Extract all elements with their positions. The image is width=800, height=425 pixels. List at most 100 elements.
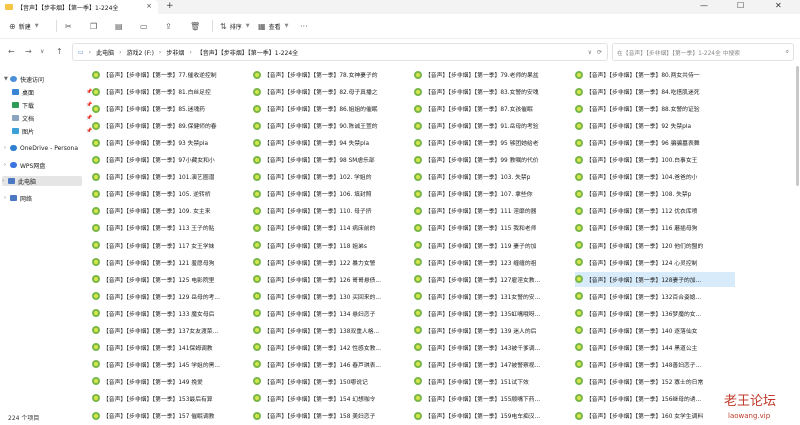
file-item[interactable]: 【音声】【步非烟】【第一季】139 迷人的后 bbox=[414, 323, 574, 338]
file-item[interactable]: 【音声】【步非烟】【第一季】152 寡士的日常 bbox=[575, 374, 735, 389]
file-item[interactable]: 【音声】【步非烟】【第一季】157 催眠调教 bbox=[92, 408, 252, 423]
file-item[interactable]: 【音声】【步非烟】【第一季】93 失禁pla bbox=[92, 135, 252, 150]
file-item[interactable]: 【音声】【步非烟】【第一季】122 暴力女警 bbox=[253, 255, 413, 270]
file-item[interactable]: 【音声】【步非烟】【第一季】123 缠缠的祖 bbox=[414, 255, 574, 270]
file-item[interactable]: 【音声】【步非烟】【第一季】78.女神妻子的 bbox=[253, 67, 413, 82]
file-item[interactable]: 【音声】【步非烟】【第一季】119 妻子的加 bbox=[414, 238, 574, 253]
file-item[interactable]: 【音声】【步非烟】【第一季】101.演艺圈潜 bbox=[92, 169, 252, 184]
file-item[interactable]: 【音声】【步非烟】【第一季】83.女警的安魂 bbox=[414, 84, 574, 99]
file-item[interactable]: 【音声】【步非烟】【第一季】92 失禁pla bbox=[575, 118, 735, 133]
file-item[interactable]: 【音声】【步非烟】【第一季】141保姆调教 bbox=[92, 340, 252, 355]
vertical-scrollbar[interactable] bbox=[796, 66, 799, 186]
file-item[interactable]: 【音声】【步非烟】【第一季】87.女孩催眠 bbox=[414, 101, 574, 116]
refresh-icon[interactable]: ⟳ bbox=[597, 49, 602, 56]
file-item[interactable]: 【音声】【步非烟】【第一季】103. 失禁p bbox=[414, 169, 574, 184]
copy-button[interactable]: ❐ bbox=[90, 20, 100, 32]
file-item[interactable]: 【音声】【步非烟】【第一季】136梦魔的女... bbox=[575, 306, 735, 321]
file-item[interactable]: 【音声】【步非烟】【第一季】99 教嘱的代价 bbox=[414, 152, 574, 167]
file-item[interactable]: 【音声】【步非烟】【第一季】111 淫靡的器 bbox=[414, 203, 574, 218]
breadcrumb[interactable]: ▭ › 此电脑 › 游戏2 (F:) › 步非烟 › 【音声】【步非烟】【第一季… bbox=[72, 43, 608, 61]
file-item[interactable]: 【音声】【步非烟】【第一季】154 幻想咖令 bbox=[253, 391, 413, 406]
file-item[interactable]: 【音声】【步非烟】【第一季】115 我和老师 bbox=[414, 220, 574, 235]
file-item[interactable]: 【音声】【步非烟】【第一季】138双重人格... bbox=[253, 323, 413, 338]
file-item[interactable]: 【音声】【步非烟】【第一季】107. 拿些你 bbox=[414, 186, 574, 201]
file-item[interactable]: 【音声】【步非烟】【第一季】133 魔女母后 bbox=[92, 306, 252, 321]
forward-icon[interactable]: → bbox=[25, 47, 32, 56]
new-tab-icon[interactable]: + bbox=[166, 1, 174, 11]
sidebar-item-pictures[interactable]: 图片 📌 bbox=[12, 126, 92, 136]
file-item[interactable]: 【音声】【步非烟】【第一季】108. 失禁p bbox=[575, 186, 735, 201]
file-item[interactable]: 【音声】【步非烟】【第一季】137女友渡菜... bbox=[92, 323, 252, 338]
file-item[interactable]: 【音声】【步非烟】【第一季】131女警的安... bbox=[414, 289, 574, 304]
file-item[interactable]: 【音声】【步非烟】【第一季】128妻子的加... bbox=[575, 271, 735, 287]
file-item[interactable]: 【音声】【步非烟】【第一季】160 女学生调料 bbox=[575, 408, 735, 423]
file-item[interactable]: 【音声】【步非烟】【第一季】151试下效 bbox=[414, 374, 574, 389]
minimize-icon[interactable]: — bbox=[700, 1, 708, 10]
sidebar-item-network[interactable]: › 网络 bbox=[4, 193, 32, 203]
sidebar-item-desktop[interactable]: 桌面 📌 bbox=[12, 87, 92, 97]
file-item[interactable]: 【音声】【步非烟】【第一季】80.两女共侍一 bbox=[575, 67, 735, 82]
sidebar-item-wps[interactable]: › WPS网盘 bbox=[4, 160, 45, 170]
back-icon[interactable]: ← bbox=[8, 47, 15, 56]
file-item[interactable]: 【音声】【步非烟】【第一季】153最后有算 bbox=[92, 391, 252, 406]
file-item[interactable]: 【音声】【步非烟】【第一季】148善妇恋子... bbox=[575, 357, 735, 372]
crumb-current[interactable]: 【音声】【步非烟】【第一季】1-224全 bbox=[197, 48, 298, 57]
file-item[interactable]: 【音声】【步非烟】【第一季】89.保健师的春 bbox=[92, 118, 252, 133]
file-item[interactable]: 【音声】【步非烟】【第一季】106. 填封照 bbox=[253, 186, 413, 201]
file-item[interactable]: 【音声】【步非烟】【第一季】124 心灵控制 bbox=[575, 255, 735, 270]
file-item[interactable]: 【音声】【步非烟】【第一季】94 失禁pla bbox=[253, 135, 413, 150]
file-item[interactable]: 【音声】【步非烟】【第一季】113 王子的贴 bbox=[92, 220, 252, 235]
view-button[interactable]: ▦ 查看 ▼ bbox=[258, 20, 288, 32]
file-item[interactable]: 【音声】【步非烟】【第一季】82.母子真播之 bbox=[253, 84, 413, 99]
up-icon[interactable]: ↑ bbox=[56, 47, 63, 56]
file-item[interactable]: 【音声】【步非烟】【第一季】120 他们的盟的 bbox=[575, 238, 735, 253]
file-item[interactable]: 【音声】【步非烟】【第一季】126 哥哥悬债... bbox=[253, 272, 413, 287]
file-item[interactable]: 【音声】【步非烟】【第一季】81.白丝足控 bbox=[92, 84, 252, 99]
maximize-icon[interactable]: ☐ bbox=[737, 1, 744, 10]
file-item[interactable]: 【音声】【步非烟】【第一季】84.吃搭肌迷死 bbox=[575, 84, 735, 99]
delete-button[interactable]: 🗑 bbox=[190, 20, 203, 32]
file-item[interactable]: 【音声】【步非烟】【第一季】155顺嘴下药... bbox=[414, 391, 574, 406]
file-item[interactable]: 【音声】【步非烟】【第一季】149 挽爱 bbox=[92, 374, 252, 389]
file-item[interactable]: 【音声】【步非烟】【第一季】104.爸爸的小 bbox=[575, 169, 735, 184]
file-item[interactable]: 【音声】【步非烟】【第一季】102. 学姐的 bbox=[253, 169, 413, 184]
file-item[interactable]: 【音声】【步非烟】【第一季】142 性感女教... bbox=[253, 340, 413, 355]
file-item[interactable]: 【音声】【步非烟】【第一季】129 岳母的考... bbox=[92, 289, 252, 304]
sidebar-item-downloads[interactable]: 下载 📌 bbox=[12, 100, 92, 110]
file-item[interactable]: 【音声】【步非烟】【第一季】145 学姐的黑... bbox=[92, 357, 252, 372]
share-button[interactable]: ⇪ bbox=[165, 20, 175, 32]
file-item[interactable]: 【音声】【步非烟】【第一季】144 黑道公主 bbox=[575, 340, 735, 355]
search-input[interactable]: 在【音声】【步非烟】【第一季】1-224全 中搜索 ⌕ bbox=[612, 43, 794, 61]
file-item[interactable]: 【音声】【步非烟】【第一季】135虹嘴哦呀... bbox=[414, 306, 574, 321]
file-item[interactable]: 【音声】【步非烟】【第一季】116 蘑插母狗 bbox=[575, 220, 735, 235]
file-item[interactable]: 【音声】【步非烟】【第一季】114 病床前的 bbox=[253, 220, 413, 235]
file-item[interactable]: 【音声】【步非烟】【第一季】110. 母子挤 bbox=[253, 203, 413, 218]
file-item[interactable]: 【音声】【步非烟】【第一季】121 羞愿母狗 bbox=[92, 255, 252, 270]
file-item[interactable]: 【音声】【步非烟】【第一季】98 SM虐乐部 bbox=[253, 152, 413, 167]
file-item[interactable]: 【音声】【步非烟】【第一季】109. 女主来 bbox=[92, 203, 252, 218]
file-item[interactable]: 【音声】【步非烟】【第一季】79.老师的果盆 bbox=[414, 67, 574, 82]
sort-button[interactable]: ⇅ 排序 ▼ bbox=[220, 20, 250, 32]
file-item[interactable]: 【音声】【步非烟】【第一季】96 骗骗墓表舞 bbox=[575, 135, 735, 150]
file-item[interactable]: 【音声】【步非烟】【第一季】134 悬妇恋子 bbox=[253, 306, 413, 321]
sidebar-item-this-pc[interactable]: › 此电脑 bbox=[2, 176, 82, 186]
more-button[interactable]: ··· bbox=[300, 20, 311, 32]
crumb-computer[interactable]: 此电脑 bbox=[96, 48, 114, 57]
file-item[interactable]: 【音声】【步非烟】【第一季】118 姐弟s bbox=[253, 238, 413, 253]
chevron-down-icon[interactable]: ∨ bbox=[588, 49, 592, 56]
file-item[interactable]: 【音声】【步非烟】【第一季】143被千爹调... bbox=[414, 340, 574, 355]
crumb-drive[interactable]: 游戏2 (F:) bbox=[127, 48, 154, 57]
file-item[interactable]: 【音声】【步非烟】【第一季】117 女王学妹 bbox=[92, 238, 252, 253]
file-item[interactable]: 【音声】【步非烟】【第一季】146 春芦琪表... bbox=[253, 357, 413, 372]
file-item[interactable]: 【音声】【步非烟】【第一季】140 逐落仙女 bbox=[575, 323, 735, 338]
file-item[interactable]: 【音声】【步非烟】【第一季】86.姐姐的催眠 bbox=[253, 101, 413, 116]
new-button[interactable]: ⊕ 新建 ▼ bbox=[9, 20, 39, 32]
file-item[interactable]: 【音声】【步非烟】【第一季】88.女警的证验 bbox=[575, 101, 735, 116]
sidebar-item-onedrive[interactable]: › OneDrive - Persona bbox=[4, 143, 78, 153]
file-item[interactable]: 【音声】【步非烟】【第一季】97小藏女和小 bbox=[92, 152, 252, 167]
file-item[interactable]: 【音声】【步非烟】【第一季】95 够团她给老 bbox=[414, 135, 574, 150]
file-item[interactable]: 【音声】【步非烟】【第一季】105. 逆转桥 bbox=[92, 186, 252, 201]
file-item[interactable]: 【音声】【步非烟】【第一季】90.陈诚王萱的 bbox=[253, 118, 413, 133]
file-item[interactable]: 【音声】【步非烟】【第一季】156继母的诱... bbox=[575, 391, 735, 406]
file-item[interactable]: 【音声】【步非烟】【第一季】125 电影院里 bbox=[92, 272, 252, 287]
